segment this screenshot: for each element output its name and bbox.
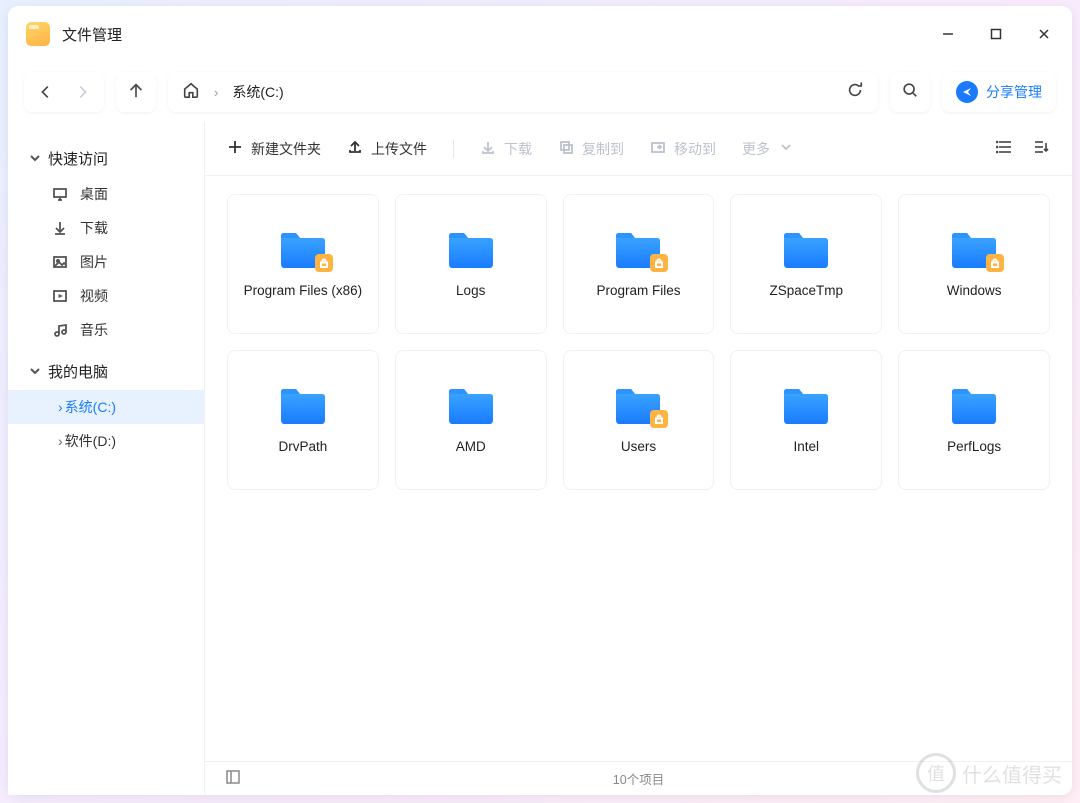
refresh-button[interactable] bbox=[846, 81, 864, 104]
toolbar: 新建文件夹 上传文件 下载 复制到 移动到 更多 bbox=[205, 122, 1072, 176]
sidebar-item-label: 图片 bbox=[80, 252, 108, 272]
upload-button[interactable]: 上传文件 bbox=[347, 139, 427, 159]
new-folder-button[interactable]: 新建文件夹 bbox=[227, 139, 321, 159]
titlebar: 文件管理 bbox=[8, 6, 1072, 62]
minimize-button[interactable] bbox=[938, 24, 958, 44]
folder-name: DrvPath bbox=[279, 438, 328, 456]
folder-icon bbox=[780, 384, 832, 426]
folder-icon bbox=[612, 228, 664, 270]
sidebar-drive[interactable]: ›软件(D:) bbox=[8, 424, 204, 458]
sidebar-item-video[interactable]: 视频 bbox=[8, 279, 204, 313]
up-button[interactable] bbox=[116, 72, 156, 112]
sidebar-item-image[interactable]: 图片 bbox=[8, 245, 204, 279]
sidebar-item-label: 视频 bbox=[80, 286, 108, 306]
folder-item[interactable]: Users bbox=[563, 350, 715, 490]
folder-item[interactable]: ZSpaceTmp bbox=[730, 194, 882, 334]
video-icon bbox=[52, 288, 70, 304]
chevron-down-icon bbox=[30, 150, 40, 167]
view-list-button[interactable] bbox=[996, 138, 1014, 159]
image-icon bbox=[52, 254, 70, 270]
nav-history bbox=[24, 72, 104, 112]
app-folder-icon bbox=[26, 22, 50, 46]
folder-icon bbox=[445, 384, 497, 426]
folder-item[interactable]: Intel bbox=[730, 350, 882, 490]
content-pane: 新建文件夹 上传文件 下载 复制到 移动到 更多 Program Files (… bbox=[204, 122, 1072, 795]
folder-name: Users bbox=[621, 438, 656, 456]
sidebar-item-monitor[interactable]: 桌面 bbox=[8, 177, 204, 211]
sidebar-drive[interactable]: ›系统(C:) bbox=[8, 390, 204, 424]
folder-icon bbox=[780, 228, 832, 270]
folder-icon bbox=[277, 228, 329, 270]
drive-label: 系统(C:) bbox=[65, 399, 116, 415]
back-button[interactable] bbox=[28, 83, 64, 101]
breadcrumb-sep: › bbox=[214, 85, 218, 100]
folder-item[interactable]: Program Files (x86) bbox=[227, 194, 379, 334]
panel-toggle-button[interactable] bbox=[225, 769, 241, 788]
lock-icon bbox=[315, 254, 333, 272]
folder-name: AMD bbox=[456, 438, 486, 456]
folder-name: ZSpaceTmp bbox=[770, 282, 844, 300]
item-count: 10个项目 bbox=[613, 769, 664, 788]
window: 文件管理 › 系统(C:) 分享管理 快 bbox=[8, 6, 1072, 795]
folder-item[interactable]: PerfLogs bbox=[898, 350, 1050, 490]
folder-name: Program Files bbox=[596, 282, 680, 300]
breadcrumb-current[interactable]: 系统(C:) bbox=[232, 82, 283, 102]
copy-to-button: 复制到 bbox=[558, 139, 624, 159]
home-icon[interactable] bbox=[182, 81, 200, 104]
sidebar-item-download[interactable]: 下载 bbox=[8, 211, 204, 245]
share-manage-button[interactable]: 分享管理 bbox=[942, 72, 1056, 112]
status-bar: 10个项目 bbox=[205, 761, 1072, 795]
download-button: 下载 bbox=[480, 139, 532, 159]
sidebar-item-label: 音乐 bbox=[80, 320, 108, 340]
share-icon bbox=[956, 81, 978, 103]
view-sort-button[interactable] bbox=[1032, 138, 1050, 159]
folder-item[interactable]: AMD bbox=[395, 350, 547, 490]
sidebar-item-label: 桌面 bbox=[80, 184, 108, 204]
folder-name: Program Files (x86) bbox=[244, 282, 363, 300]
sidebar-item-music[interactable]: 音乐 bbox=[8, 313, 204, 347]
lock-icon bbox=[986, 254, 1004, 272]
music-icon bbox=[52, 322, 70, 338]
more-button: 更多 bbox=[742, 139, 794, 159]
app-title: 文件管理 bbox=[62, 24, 122, 45]
close-button[interactable] bbox=[1034, 24, 1054, 44]
lock-icon bbox=[650, 410, 668, 428]
folder-icon bbox=[612, 384, 664, 426]
quick-access-label: 快速访问 bbox=[48, 148, 108, 169]
chevron-down-icon bbox=[30, 363, 40, 380]
folder-name: PerfLogs bbox=[947, 438, 1001, 456]
folder-item[interactable]: DrvPath bbox=[227, 350, 379, 490]
maximize-button[interactable] bbox=[986, 24, 1006, 44]
folder-icon bbox=[445, 228, 497, 270]
sidebar-item-label: 下载 bbox=[80, 218, 108, 238]
folder-icon bbox=[277, 384, 329, 426]
share-label: 分享管理 bbox=[986, 82, 1042, 102]
folder-name: Windows bbox=[947, 282, 1002, 300]
folder-name: Logs bbox=[456, 282, 485, 300]
move-to-button: 移动到 bbox=[650, 139, 716, 159]
sidebar-quick-access[interactable]: 快速访问 bbox=[8, 140, 204, 177]
forward-button[interactable] bbox=[64, 83, 100, 101]
folder-item[interactable]: Windows bbox=[898, 194, 1050, 334]
folder-item[interactable]: Logs bbox=[395, 194, 547, 334]
download-icon bbox=[52, 220, 70, 236]
sidebar-my-computer[interactable]: 我的电脑 bbox=[8, 353, 204, 390]
folder-icon bbox=[948, 384, 1000, 426]
nav-row: › 系统(C:) 分享管理 bbox=[8, 62, 1072, 122]
toolbar-separator bbox=[453, 140, 454, 158]
lock-icon bbox=[650, 254, 668, 272]
monitor-icon bbox=[52, 186, 70, 202]
address-bar[interactable]: › 系统(C:) bbox=[168, 72, 878, 112]
folder-icon bbox=[948, 228, 1000, 270]
folder-item[interactable]: Program Files bbox=[563, 194, 715, 334]
search-button[interactable] bbox=[890, 72, 930, 112]
folder-grid: Program Files (x86) Logs Program Files ZSpa… bbox=[205, 176, 1072, 761]
drive-label: 软件(D:) bbox=[65, 433, 116, 449]
my-computer-label: 我的电脑 bbox=[48, 361, 108, 382]
sidebar: 快速访问 桌面下载图片视频音乐 我的电脑 ›系统(C:)›软件(D:) bbox=[8, 122, 204, 795]
folder-name: Intel bbox=[794, 438, 820, 456]
